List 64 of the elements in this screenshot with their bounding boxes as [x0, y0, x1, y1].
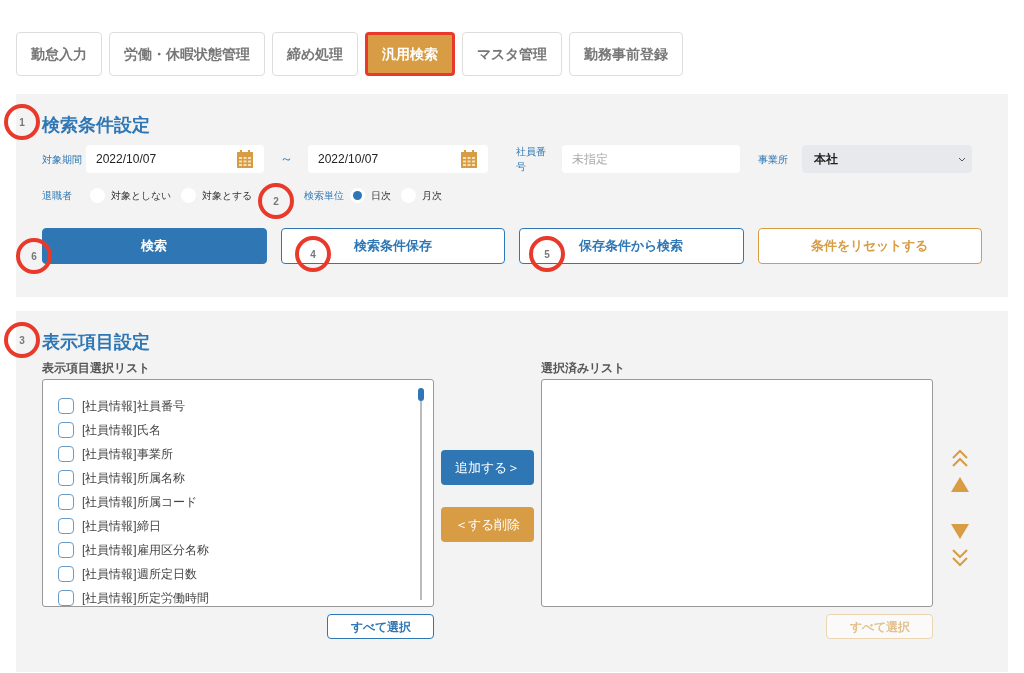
tab[interactable]: 勤務事前登録 — [569, 32, 683, 76]
calendar-icon[interactable] — [236, 149, 254, 169]
add-button[interactable]: 追加する＞ — [441, 450, 534, 485]
field-label: 検索単位 — [304, 188, 344, 203]
list-title: 選択済みリスト — [541, 360, 626, 377]
scrollbar[interactable] — [420, 388, 422, 600]
tab[interactable]: 勤怠入力 — [16, 32, 102, 76]
tab[interactable]: 締め処理 — [272, 32, 358, 76]
list-item-label: [社員情報]所属名称 — [82, 470, 185, 487]
annotation-marker: 2 — [258, 183, 294, 219]
remove-button[interactable]: ＜する削除 — [441, 507, 534, 542]
range-separator: ～ — [278, 150, 294, 169]
triangle-up-icon[interactable] — [951, 477, 969, 492]
triangle-down-icon[interactable] — [951, 524, 969, 539]
list-item-label: [社員情報]社員番号 — [82, 398, 185, 415]
annotation-marker: 6 — [16, 238, 52, 274]
employee-number-field[interactable]: 未指定 — [562, 145, 740, 173]
date-field[interactable]: 2022/10/07 — [308, 145, 488, 173]
annotation-marker: 3 — [4, 322, 40, 358]
radio-option[interactable]: 月次 — [401, 187, 442, 203]
checkbox[interactable] — [58, 590, 74, 606]
checkbox[interactable] — [58, 398, 74, 414]
double-chevron-up-icon[interactable] — [951, 449, 969, 469]
field-label: 対象期間 — [42, 152, 83, 167]
list-item-label: [社員情報]事業所 — [82, 446, 173, 463]
radio-option[interactable]: 日次 — [350, 187, 391, 203]
field-label: 社員番号 — [516, 145, 547, 174]
checkbox[interactable] — [58, 470, 74, 486]
list-item-label: [社員情報]雇用区分名称 — [82, 542, 209, 559]
field-label: 退職者 — [42, 188, 73, 203]
checkbox[interactable] — [58, 542, 74, 558]
office-dropdown[interactable]: 本社 — [802, 145, 972, 173]
action-button[interactable]: 条件をリセットする — [757, 228, 982, 264]
dropdown-value: 本社 — [814, 151, 838, 168]
double-chevron-down-icon[interactable] — [951, 547, 969, 567]
tab[interactable]: 汎用検索 — [365, 32, 455, 76]
radio-option[interactable]: 対象とする — [181, 187, 252, 203]
field-label: 事業所 — [758, 152, 789, 167]
chevron-down-icon — [958, 156, 966, 162]
date-value: 2022/10/07 — [96, 151, 157, 168]
list-item-label: [社員情報]週所定日数 — [82, 566, 197, 583]
select-all-button[interactable]: すべて選択 — [327, 614, 434, 639]
list-item-label: [社員情報]締日 — [82, 518, 161, 535]
tab[interactable]: 労働・休暇状態管理 — [109, 32, 265, 76]
list-item-label: [社員情報]所属コード — [82, 494, 197, 511]
section-title: 表示項目設定 — [42, 331, 151, 353]
annotation-marker: 4 — [295, 236, 331, 272]
date-field[interactable]: 2022/10/07 — [86, 145, 264, 173]
list-title: 表示項目選択リスト — [42, 360, 151, 377]
annotation-marker: 1 — [4, 104, 40, 140]
checkbox[interactable] — [58, 518, 74, 534]
checkbox[interactable] — [58, 494, 74, 510]
annotation-marker: 5 — [529, 236, 565, 272]
date-value: 2022/10/07 — [318, 151, 379, 168]
checkbox[interactable] — [58, 422, 74, 438]
checkbox[interactable] — [58, 446, 74, 462]
list-item-label: [社員情報]氏名 — [82, 422, 161, 439]
section-title: 検索条件設定 — [42, 114, 151, 136]
list-item-label: [社員情報]所定労働時間 — [82, 590, 209, 606]
calendar-icon[interactable] — [460, 149, 478, 169]
tab[interactable]: マスタ管理 — [462, 32, 562, 76]
checkbox[interactable] — [58, 566, 74, 582]
radio-option[interactable]: 対象としない — [90, 187, 171, 203]
action-button[interactable]: 検索 — [42, 228, 267, 264]
